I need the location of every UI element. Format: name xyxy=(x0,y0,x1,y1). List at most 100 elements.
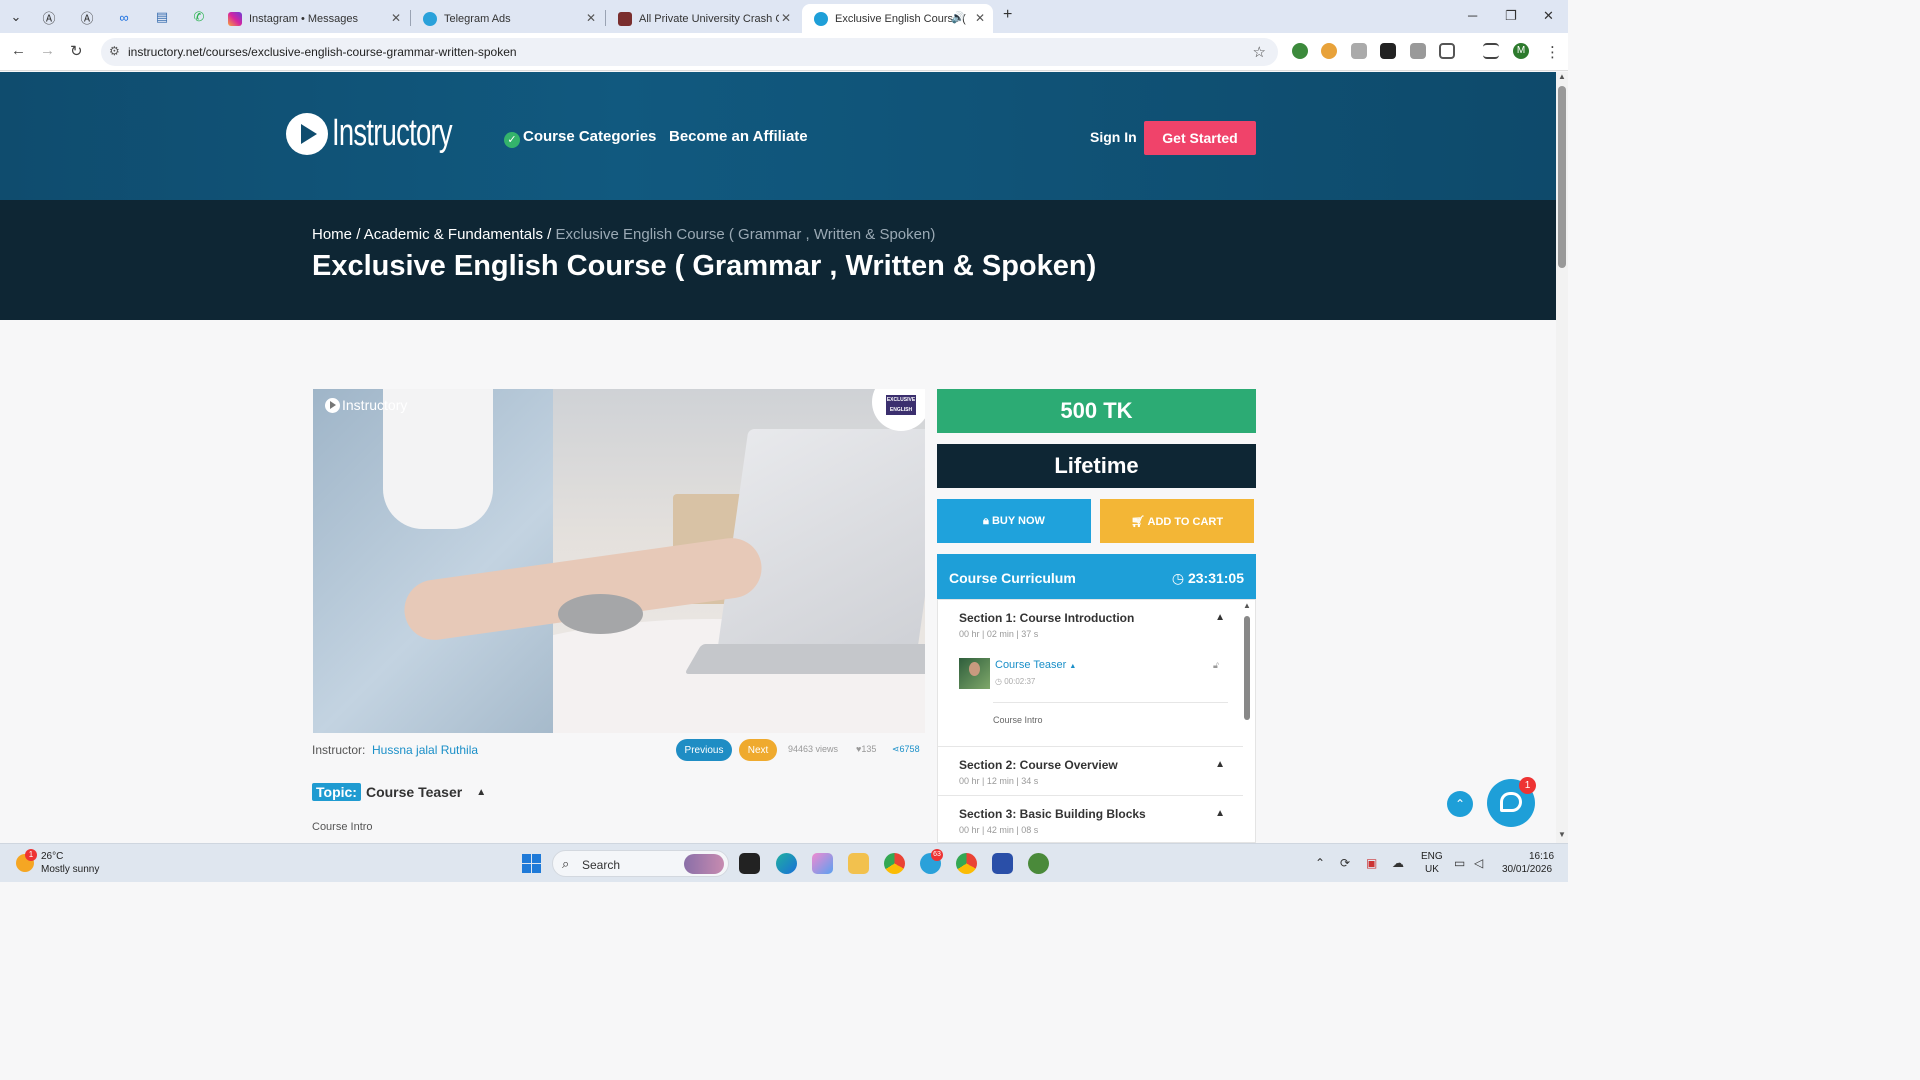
pinned-tab-icon[interactable]: ▤ xyxy=(151,6,173,28)
cloud-off-icon[interactable]: ☁ xyxy=(1392,856,1404,870)
chevron-up-icon[interactable]: ⌃ xyxy=(1315,856,1325,870)
curriculum-section[interactable]: Section 1: Course Introduction 00 hr | 0… xyxy=(938,600,1243,747)
copilot-icon[interactable] xyxy=(812,853,833,874)
threads-tab-icon-2[interactable]: Ⓐ xyxy=(76,6,98,28)
new-tab-icon[interactable]: + xyxy=(1003,6,1012,24)
weather-description[interactable]: Mostly sunny xyxy=(41,864,99,875)
breadcrumb: Home / Academic & Fundamentals / Exclusi… xyxy=(312,226,935,243)
chevron-up-icon[interactable]: ▲ xyxy=(1215,808,1225,819)
forward-icon[interactable]: → xyxy=(40,42,55,59)
reload-icon[interactable]: ↻ xyxy=(70,42,83,60)
buy-now-button[interactable]: 🔒︎ BUY NOW xyxy=(937,499,1091,543)
chrome-icon[interactable] xyxy=(884,853,905,874)
breadcrumb-home[interactable]: Home xyxy=(312,226,352,243)
video-frame-mouse xyxy=(558,594,643,634)
extension-icon[interactable] xyxy=(1380,43,1396,59)
page-scrollbar[interactable]: ▲ ▼ xyxy=(1556,72,1568,843)
clock-date[interactable]: 30/01/2026 xyxy=(1502,864,1552,875)
window-close-icon[interactable]: ✕ xyxy=(1543,8,1554,24)
scroll-up-icon[interactable]: ▲ xyxy=(1558,72,1566,81)
tab-telegram-ads[interactable]: Telegram Ads ✕ xyxy=(411,4,604,33)
pdf-icon[interactable]: ▣ xyxy=(1366,856,1377,870)
close-icon[interactable]: ✕ xyxy=(975,11,985,25)
sign-in-link[interactable]: Sign In xyxy=(1090,129,1137,145)
task-view-icon[interactable] xyxy=(739,853,760,874)
scroll-down-icon[interactable]: ▼ xyxy=(1558,830,1566,839)
curriculum-header: Course Curriculum ◷ 23:31:05 xyxy=(937,554,1256,599)
browser-menu-icon[interactable]: ⋮ xyxy=(1545,43,1560,61)
chevron-up-icon[interactable]: ▲ xyxy=(1215,612,1225,623)
windows-start-icon[interactable] xyxy=(522,854,541,873)
buy-now-label: BUY NOW xyxy=(991,514,1045,527)
tab-title: All Private University Crash Cou xyxy=(639,12,779,25)
chat-widget-button[interactable]: 1 xyxy=(1487,777,1536,827)
threads-tab-icon[interactable]: Ⓐ xyxy=(38,6,60,28)
extension-icon[interactable] xyxy=(1292,43,1308,59)
audio-icon[interactable]: 🔊 xyxy=(951,11,965,24)
url-text[interactable]: instructory.net/courses/exclusive-englis… xyxy=(128,45,517,59)
close-icon[interactable]: ✕ xyxy=(586,11,596,25)
curriculum-scrollbar[interactable]: ▲ xyxy=(1243,601,1251,840)
section-duration: 00 hr | 42 min | 08 s xyxy=(959,825,1039,835)
nav-become-affiliate[interactable]: Become an Affiliate xyxy=(669,128,808,145)
whatsapp-tab-icon[interactable]: ✆ xyxy=(188,6,210,28)
volume-icon[interactable]: ◁ xyxy=(1474,856,1483,870)
clock-time[interactable]: 16:16 xyxy=(1529,851,1554,862)
breadcrumb-category[interactable]: Academic & Fundamentals xyxy=(364,226,543,243)
get-started-button[interactable]: Get Started xyxy=(1144,121,1256,155)
section-title: Section 1: Course Introduction xyxy=(959,611,1135,625)
extension-icon[interactable] xyxy=(1321,43,1337,59)
meta-tab-icon[interactable]: ∞ xyxy=(113,6,135,28)
close-icon[interactable]: ✕ xyxy=(781,11,791,25)
tab-instagram[interactable]: Instagram • Messages ✕ xyxy=(216,4,409,33)
profile-avatar[interactable]: M xyxy=(1513,43,1529,59)
lesson-link[interactable]: Course Teaser ▲ xyxy=(995,659,1076,671)
views-count: 94463 views xyxy=(788,744,839,754)
chevron-up-icon[interactable]: ▲ xyxy=(476,787,486,798)
shares-stat[interactable]: ⋖6758 xyxy=(892,744,920,755)
chevron-up-icon[interactable]: ▲ xyxy=(1215,759,1225,770)
curriculum-section[interactable]: Section 3: Basic Building Blocks 00 hr |… xyxy=(938,796,1243,842)
course-badge: EXCLUSIVE ENGLISH xyxy=(872,389,925,431)
language-region[interactable]: UK xyxy=(1425,864,1439,875)
chrome-icon[interactable] xyxy=(956,853,977,874)
back-icon[interactable]: ← xyxy=(11,42,26,59)
nav-course-categories[interactable]: ✓ Course Categories xyxy=(504,128,656,148)
add-to-cart-button[interactable]: 🛒︎ ADD TO CART xyxy=(1100,499,1254,543)
language-code[interactable]: ENG xyxy=(1421,851,1443,862)
tab-university[interactable]: All Private University Crash Cou ✕ xyxy=(606,4,799,33)
edge-icon[interactable] xyxy=(776,853,797,874)
extension-icon[interactable] xyxy=(1351,43,1367,59)
course-price: 500 TK xyxy=(937,389,1256,433)
minimize-icon[interactable]: ─ xyxy=(1468,8,1477,23)
camera-extension-icon[interactable] xyxy=(1410,43,1426,59)
curriculum-section[interactable]: Section 2: Course Overview 00 hr | 12 mi… xyxy=(938,747,1243,796)
network-icon[interactable]: ▭ xyxy=(1454,856,1465,870)
bookmark-star-icon[interactable]: ☆ xyxy=(1253,43,1266,61)
previous-button[interactable]: Previous xyxy=(676,739,732,761)
file-explorer-icon[interactable] xyxy=(848,853,869,874)
next-button[interactable]: Next xyxy=(739,739,777,761)
tab-list-icon[interactable]: ⌄ xyxy=(5,6,27,28)
restore-icon[interactable]: ❐ xyxy=(1505,8,1517,24)
course-video-player[interactable]: Instructory EXCLUSIVE ENGLISH xyxy=(313,389,925,733)
app-icon[interactable] xyxy=(992,853,1013,874)
address-bar[interactable]: ⚙ instructory.net/courses/exclusive-engl… xyxy=(101,38,1278,66)
taskbar-search[interactable]: ⌕ Search xyxy=(552,850,729,877)
site-logo[interactable]: Instructory xyxy=(286,112,498,155)
scroll-up-icon[interactable]: ▲ xyxy=(1243,601,1251,610)
weather-temperature[interactable]: 26°C xyxy=(41,851,63,862)
tab-instructory-active[interactable]: Exclusive English Course ( G 🔊 ✕ xyxy=(802,4,993,33)
site-info-icon[interactable]: ⚙ xyxy=(109,44,120,58)
close-icon[interactable]: ✕ xyxy=(391,11,401,25)
scrollbar-thumb[interactable] xyxy=(1558,86,1566,268)
media-control-icon[interactable] xyxy=(1483,43,1499,59)
clock-icon: ◷ xyxy=(1171,570,1188,586)
scroll-to-top-button[interactable]: ⌃ xyxy=(1447,791,1473,817)
sync-icon[interactable]: ⟳ xyxy=(1340,856,1350,870)
likes-stat[interactable]: ♥135 xyxy=(856,744,876,754)
puzzle-extensions-icon[interactable] xyxy=(1439,43,1455,59)
instructor-link[interactable]: Hussna jalal Ruthila xyxy=(372,743,478,757)
scrollbar-thumb[interactable] xyxy=(1244,616,1250,720)
app-icon[interactable] xyxy=(1028,853,1049,874)
